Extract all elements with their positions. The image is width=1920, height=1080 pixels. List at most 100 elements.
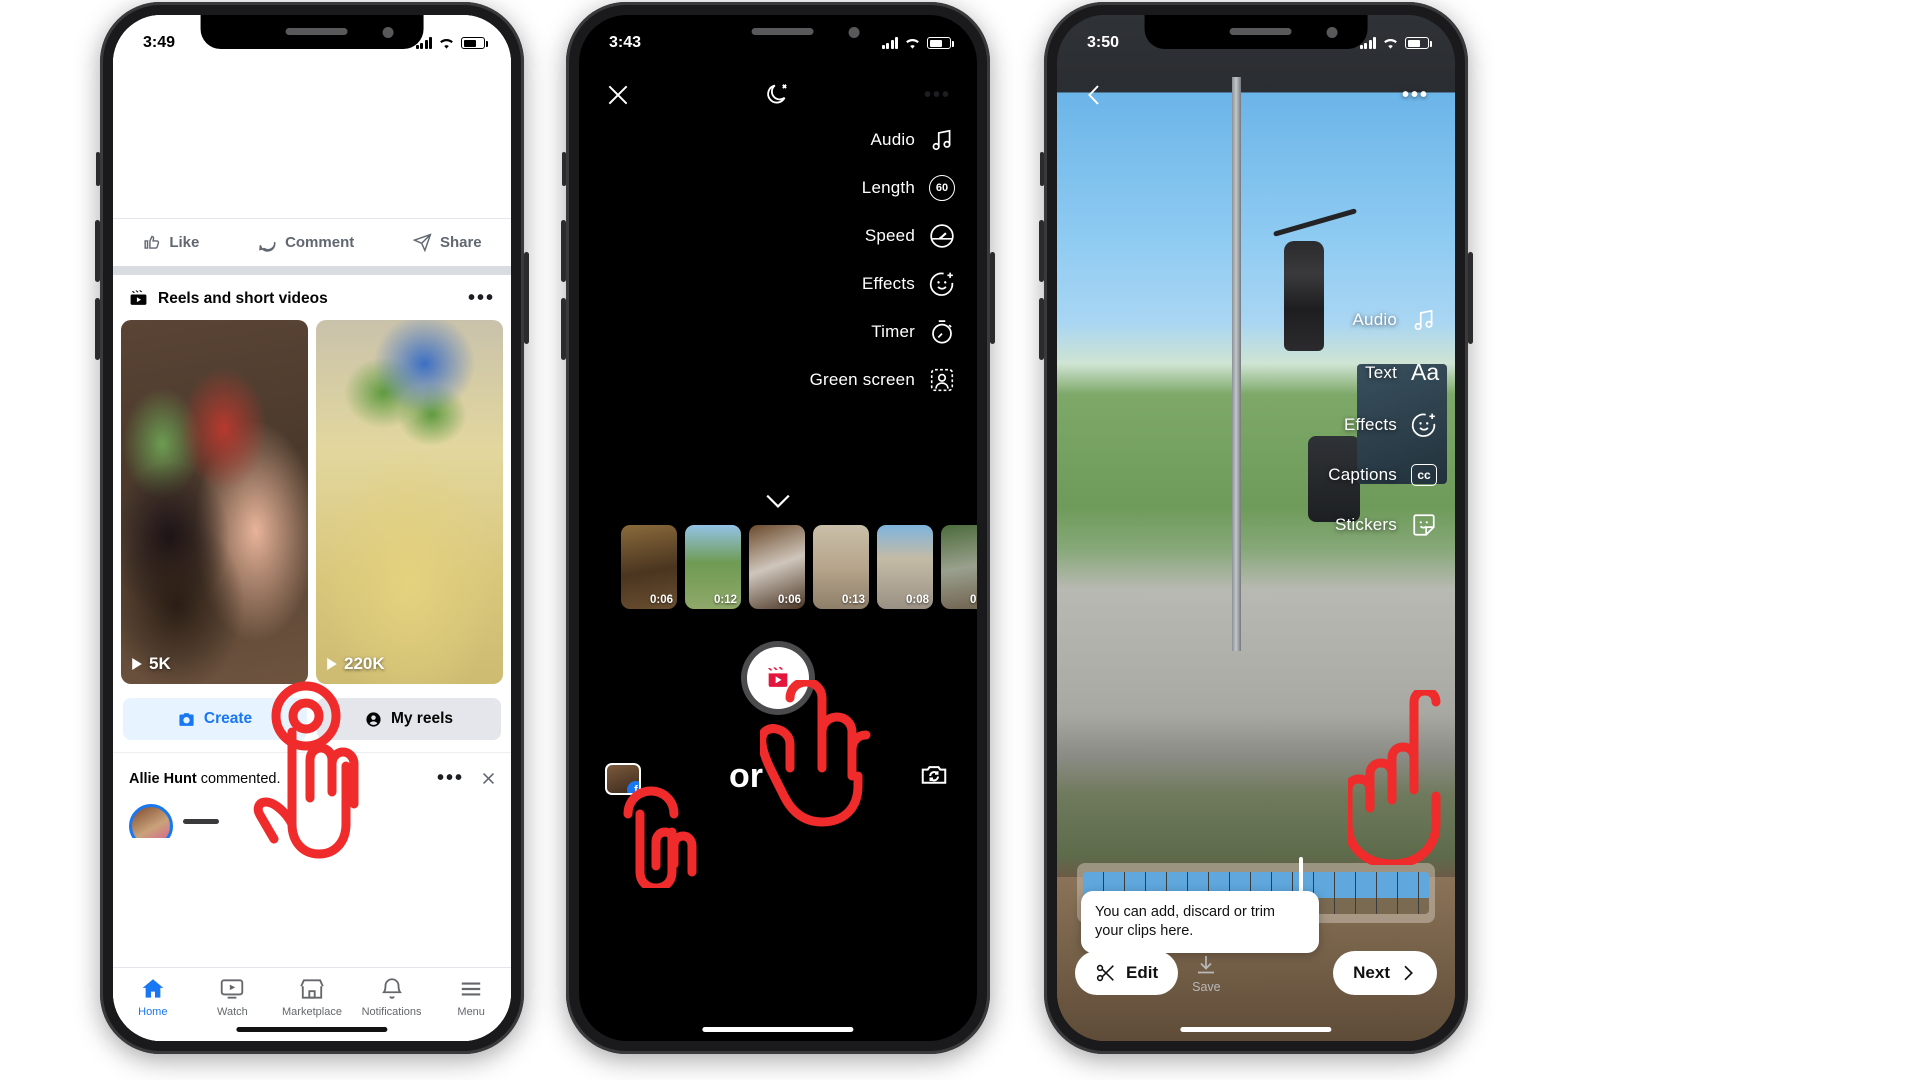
menu-item-audio[interactable]: Audio — [1353, 307, 1437, 333]
flip-camera-icon[interactable] — [919, 759, 949, 789]
tab-menu[interactable]: Menu — [431, 976, 511, 1018]
timer-icon — [932, 320, 952, 344]
gallery-button[interactable]: f — [605, 763, 641, 795]
tab-home-label: Home — [138, 1006, 168, 1018]
music-note-icon — [1414, 309, 1433, 331]
tab-notifications[interactable]: Notifications — [352, 976, 432, 1018]
close-icon[interactable] — [605, 82, 631, 108]
my-reels-label: My reels — [390, 710, 454, 727]
story-row-peek[interactable] — [113, 802, 511, 838]
status-time: 3:49 — [143, 34, 176, 51]
camera-top-bar: ••• — [579, 67, 977, 123]
avatar[interactable] — [129, 804, 173, 838]
phone-facebook-feed: 3:49 Like Comment Share Reels and short … — [95, 2, 529, 1054]
or-separator-label: or — [729, 757, 763, 795]
night-mode-icon[interactable] — [764, 82, 790, 108]
power-button[interactable] — [1468, 252, 1473, 344]
play-icon — [132, 658, 142, 670]
power-button[interactable] — [990, 252, 995, 344]
clip-thumbnail[interactable]: 0:12 — [685, 525, 741, 609]
clip-thumbnail[interactable]: 0:06 — [621, 525, 677, 609]
reel-card[interactable]: 220K — [316, 320, 503, 684]
preview-more-options[interactable]: ••• — [1402, 84, 1429, 107]
chevron-down-icon[interactable] — [765, 493, 791, 509]
back-chevron-icon[interactable] — [1083, 83, 1107, 107]
notification-overflow[interactable]: ••• — [437, 767, 464, 790]
clip-thumbnail[interactable]: 0:10 — [941, 525, 977, 609]
menu-item-effects[interactable]: Effects — [1344, 412, 1437, 438]
reel-card[interactable]: 5K — [121, 320, 308, 684]
like-label: Like — [169, 234, 200, 251]
bell-icon — [381, 978, 402, 999]
camera-more-options[interactable]: ••• — [924, 84, 951, 107]
tooltip-text: You can add, discard or trim your clips … — [1095, 903, 1276, 939]
menu-label: Audio — [1352, 310, 1397, 329]
menu-item-timer[interactable]: Timer — [871, 319, 955, 345]
menu-item-green-screen[interactable]: Green screen — [810, 367, 955, 393]
notification-banner[interactable]: Allie Hunt commented. ••• — [113, 752, 511, 802]
menu-item-text[interactable]: Text Aa — [1365, 359, 1439, 386]
marketplace-icon — [300, 979, 324, 999]
share-button[interactable]: Share — [412, 233, 482, 252]
clip-duration: 0:10 — [969, 594, 977, 606]
home-indicator[interactable] — [702, 1027, 854, 1032]
save-button[interactable]: Save — [1192, 953, 1221, 994]
reel-views: 220K — [326, 654, 385, 674]
my-reels-button[interactable]: My reels — [317, 698, 501, 740]
support-pole — [1232, 76, 1242, 652]
clip-thumbnail[interactable]: 0:06 — [749, 525, 805, 609]
tab-watch-label: Watch — [217, 1006, 248, 1018]
power-button[interactable] — [524, 252, 529, 344]
next-label: Next — [1353, 963, 1390, 982]
reels-section-overflow[interactable]: ••• — [468, 287, 495, 310]
volume-up-button[interactable] — [561, 220, 566, 282]
reels-record-icon — [767, 666, 788, 687]
tab-marketplace[interactable]: Marketplace — [272, 976, 352, 1018]
volume-down-button[interactable] — [95, 298, 100, 360]
wifi-icon — [1384, 38, 1397, 49]
comment-button[interactable]: Comment — [258, 233, 354, 252]
home-indicator[interactable] — [1180, 1027, 1332, 1032]
record-button[interactable] — [741, 641, 815, 715]
menu-label: Timer — [871, 322, 915, 341]
watch-icon — [221, 979, 244, 999]
tab-menu-label: Menu — [457, 1006, 485, 1018]
home-indicator[interactable] — [236, 1027, 388, 1032]
menu-item-captions[interactable]: Captions cc — [1328, 464, 1437, 486]
menu-item-length[interactable]: Length 60 — [862, 175, 955, 201]
volume-up-button[interactable] — [1039, 220, 1044, 282]
mute-switch[interactable] — [1040, 152, 1044, 186]
effects-smiley-icon — [929, 272, 954, 296]
mute-switch[interactable] — [562, 152, 566, 186]
menu-item-audio[interactable]: Audio — [871, 127, 955, 153]
length-60-icon: 60 — [929, 175, 955, 201]
signal-bars-icon — [881, 37, 898, 49]
tab-watch[interactable]: Watch — [193, 976, 273, 1018]
menu-item-stickers[interactable]: Stickers — [1335, 512, 1437, 538]
thumbs-up-icon — [144, 235, 160, 249]
like-button[interactable]: Like — [142, 233, 199, 252]
clips-strip[interactable]: 0:06 0:12 0:06 0:13 0:08 0:10 — [579, 525, 977, 617]
clip-thumbnail[interactable]: 0:08 — [877, 525, 933, 609]
menu-item-speed[interactable]: Speed — [865, 223, 955, 249]
edit-button[interactable]: Edit — [1075, 951, 1179, 995]
battery-icon — [927, 37, 954, 49]
menu-label: Speed — [864, 226, 915, 245]
menu-label: Captions — [1328, 465, 1397, 484]
menu-item-effects[interactable]: Effects — [862, 271, 955, 297]
volume-down-button[interactable] — [1039, 298, 1044, 360]
golf-club — [1272, 208, 1357, 237]
mute-switch[interactable] — [96, 152, 100, 186]
reel-views: 5K — [131, 654, 171, 674]
volume-up-button[interactable] — [95, 220, 100, 282]
phone-reels-camera: 3:43 ••• Audio Length 60 Speed Effects T… — [561, 2, 995, 1054]
clip-thumbnail[interactable]: 0:13 — [813, 525, 869, 609]
next-button[interactable]: Next — [1333, 951, 1437, 995]
notification-text: commented. — [196, 770, 281, 787]
close-icon[interactable] — [480, 770, 497, 787]
tab-home[interactable]: Home — [113, 976, 193, 1018]
tab-notifications-label: Notifications — [361, 1006, 422, 1018]
volume-down-button[interactable] — [561, 298, 566, 360]
reels-carousel: 5K 220K — [113, 320, 511, 684]
create-button[interactable]: Create — [123, 698, 307, 740]
